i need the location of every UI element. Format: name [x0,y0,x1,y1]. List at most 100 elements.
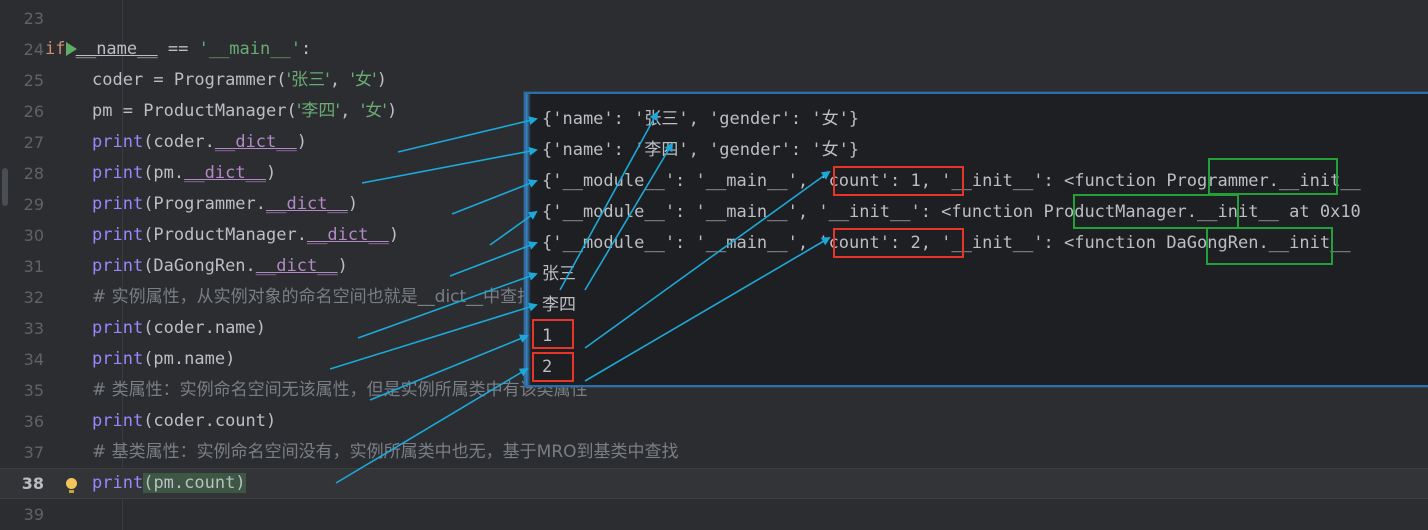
token: (ProductManager. [143,225,307,245]
token: # 类属性：实例命名空间无该属性，但是实例所属类中有该类属性 [92,380,588,400]
token: print [92,194,144,214]
line-number-26: 26 [23,102,44,121]
token: pm = [92,101,144,121]
token: , [340,101,361,121]
token: # 实例属性，从实例对象的命名空间也就是__dict__中查找 [92,287,535,307]
code-line-37[interactable]: 37 # 基类属性：实例命名空间没有，实例所属类中也无，基于MRO到基类中查找 [0,437,1428,468]
token: __dict__ [184,163,267,183]
token: ( [276,70,287,90]
code-line-39[interactable]: 39 [0,499,1428,530]
token: ProductManager [143,101,287,121]
code-text-27[interactable]: print(coder.__dict__) [92,127,307,158]
code-text-38[interactable]: print(pm.count) [92,468,246,499]
line-number-39: 39 [23,505,44,524]
panel-left-glow [526,94,531,385]
code-line-23[interactable]: 23 [0,3,1428,34]
token: print [92,473,144,493]
code-text-35[interactable]: # 类属性：实例命名空间无该属性，但是实例所属类中有该类属性 [92,375,588,406]
output-line-5: {'__module__': '__main__', 'count': 2, '… [542,233,1351,253]
code-text-33[interactable]: print(coder.name) [92,313,266,344]
token: ) [376,70,387,90]
token: (coder.name) [143,318,267,338]
line-number-33: 33 [23,319,44,338]
token: __main__ [208,39,291,59]
output-line-9: 2 [542,357,553,377]
code-text-25[interactable]: coder = Programmer('张三', '女') [92,65,387,96]
token: print [92,132,144,152]
editor-window: 23 24 if __name__ == '__main__': 25 coder = … [0,0,1428,530]
token: __dict__ [266,194,348,214]
code-text-29[interactable]: print(Programmer.__dict__) [92,189,358,220]
token: print [92,163,144,183]
code-text-24[interactable]: if __name__ == '__main__': [45,34,311,65]
token: print [92,318,144,338]
token: == [157,39,199,59]
token: __dict__ [214,132,297,152]
token: # 基类属性：实例命名空间没有，实例所属类中也无，基于MRO到基类中查找 [92,442,679,462]
token: : [300,39,312,59]
code-text-37[interactable]: # 基类属性：实例命名空间没有，实例所属类中也无，基于MRO到基类中查找 [92,437,679,468]
token: (DaGongRen. [143,256,256,276]
token: ' [290,39,301,59]
token: ) [235,473,246,493]
token: (pm. [143,163,185,183]
token: ( [143,473,154,493]
token: ) [296,132,307,152]
token: ) [386,101,398,121]
token: ( [286,101,297,121]
line-number-36: 36 [23,412,44,431]
line-number-31: 31 [23,257,44,276]
line-number-30: 30 [23,226,44,245]
code-text-30[interactable]: print(ProductManager.__dict__) [92,220,399,251]
token: print [92,256,144,276]
token: '张三' [286,70,330,90]
line-number-28: 28 [23,164,44,183]
token: ) [347,194,359,214]
line-number-25: 25 [23,71,44,90]
token: (Programmer. [143,194,267,214]
token: if [45,39,76,59]
lightbulb-icon[interactable] [60,468,82,499]
token: ) [388,225,400,245]
line-number-35: 35 [23,381,44,400]
line-number-27: 27 [23,133,44,152]
token: ' [198,39,209,59]
code-text-28[interactable]: print(pm.__dict__) [92,158,276,189]
token: print [92,411,144,431]
code-line-36[interactable]: 36 print(coder.count) [0,406,1428,437]
line-number-23: 23 [23,9,44,28]
line-number-29: 29 [23,195,44,214]
output-line-2: {'name': '李四', 'gender': '女'} [542,140,860,160]
code-text-31[interactable]: print(DaGongRen.__dict__) [92,251,348,282]
line-number-24: 24 [23,40,44,59]
code-text-34[interactable]: print(pm.name) [92,344,235,375]
token: '女' [360,101,387,121]
line-number-34: 34 [23,350,44,369]
code-line-38[interactable]: 38 print(pm.count) [0,468,1428,499]
line-number-38: 38 [21,474,44,493]
output-line-1: {'name': '张三', 'gender': '女'} [542,109,860,129]
token: print [92,349,144,369]
token: Programmer [173,70,277,90]
token: print [92,225,144,245]
token: __dict__ [255,256,338,276]
token: '女' [350,70,377,90]
token: (pm.name) [143,349,236,369]
output-line-4: {'__module__': '__main__', '__init__': <… [542,202,1361,222]
token: pm.count [153,473,236,493]
token: ) [266,163,277,183]
console-output-panel[interactable]: {'name': '张三', 'gender': '女'} {'name': '李… [524,92,1428,387]
code-line-24[interactable]: 24 if __name__ == '__main__': [0,34,1428,65]
token: (coder.count) [143,411,277,431]
code-text-26[interactable]: pm = ProductManager('李四', '女') [92,96,397,127]
token: '李四' [296,101,341,121]
output-line-7: 李四 [542,295,576,315]
output-line-3: {'__module__': '__main__', 'count': 1, '… [542,171,1361,191]
token: ) [337,256,348,276]
output-line-6: 张三 [542,264,576,284]
code-text-32[interactable]: # 实例属性，从实例对象的命名空间也就是__dict__中查找 [92,282,534,313]
code-text-36[interactable]: print(coder.count) [92,406,276,437]
line-number-32: 32 [23,288,44,307]
token: __dict__ [306,225,389,245]
token: __name__ [75,39,158,59]
